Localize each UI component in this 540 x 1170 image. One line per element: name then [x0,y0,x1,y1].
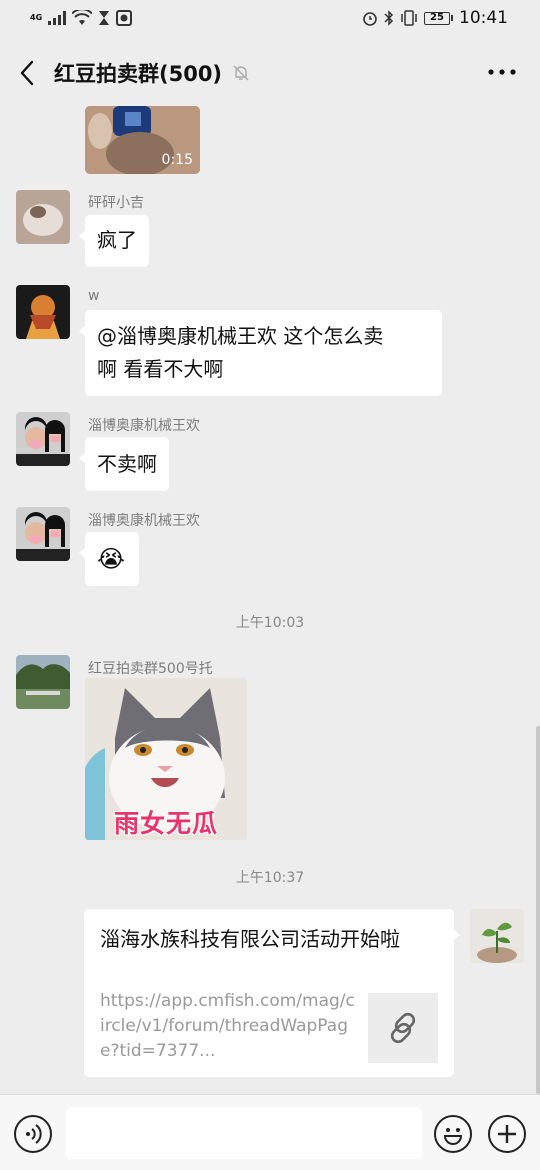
link-chain-icon [390,1012,416,1044]
network-type-label: 4G [30,13,43,22]
message-text: 疯了 [97,228,137,252]
battery-level: 25 [424,11,450,25]
sender-name: 淄博奥康机械王欢 [88,418,200,434]
plus-icon [498,1125,516,1143]
message-text-line-1: @淄博奥康机械王欢 这个怎么卖 [97,324,384,348]
sender-name: 砰砰小吉 [88,195,144,211]
status-right-icons: 25 10:41 [362,8,508,28]
wifi-icon [72,10,92,25]
sender-name: w [88,288,100,304]
mute-bell-icon [233,65,249,81]
input-bar [0,1094,540,1170]
sticker-caption: 雨女无瓜 [113,809,218,838]
timestamp: 上午10:03 [235,615,305,631]
video-duration: 0:15 [161,152,193,168]
more-dots-icon [488,69,516,75]
hourglass-icon [99,11,109,25]
message-text-line-2: 啊 看看不大啊 [97,357,224,381]
link-url: https://app.cmfish.com/mag/circle/v1/for… [100,991,355,1061]
more-functions-button[interactable] [488,1115,526,1153]
video-message[interactable]: 0:15 [85,106,200,174]
scrollbar[interactable] [536,726,540,1094]
chat-header: 红豆拍卖群(500) [0,40,540,106]
emoji-button[interactable] [434,1115,472,1153]
smiley-icon [443,1128,463,1145]
voice-input-button[interactable] [14,1115,52,1153]
bluetooth-icon [384,10,394,26]
message-input[interactable] [66,1107,422,1159]
avatar[interactable] [16,412,70,466]
timestamp: 上午10:37 [235,870,305,886]
vibrate-icon [401,10,417,26]
back-arrow-icon [20,60,34,86]
message-text: 不卖啊 [97,452,157,476]
link-title: 淄海水族科技有限公司活动开始啦 [100,927,400,951]
more-options-button[interactable] [486,62,518,82]
clock-time: 10:41 [459,8,508,28]
link-card[interactable]: 淄海水族科技有限公司活动开始啦 https://app.cmfish.com/m… [84,909,460,1077]
avatar[interactable] [16,655,70,709]
back-button[interactable] [12,56,44,90]
crying-emoji-icon: 😭 [97,545,126,573]
chat-title: 红豆拍卖群(500) [54,62,223,86]
sender-name: 红豆拍卖群500号托 [88,661,213,677]
cat-sticker[interactable]: 雨女无瓜 [85,678,247,840]
screen-record-icon [116,10,132,26]
voice-wave-icon [26,1124,42,1144]
my-avatar[interactable] [470,909,524,963]
status-bar: 4G 25 10:41 [0,0,540,40]
alarm-icon [363,12,377,26]
message-bubble[interactable]: 不卖啊 [79,437,169,491]
signal-icon [48,11,66,25]
sender-name: 淄博奥康机械王欢 [88,513,200,529]
message-list[interactable]: 0:15 砰砰小吉 疯了 w @淄博奥康机械王欢 这个怎么卖 啊 看看不大啊 淄… [0,106,540,1094]
message-bubble[interactable]: 😭 [79,532,139,586]
avatar[interactable] [16,507,70,561]
link-thumbnail [368,993,438,1063]
avatar[interactable] [16,285,70,339]
avatar[interactable] [16,190,70,244]
battery-icon: 25 [424,11,453,25]
message-bubble[interactable]: @淄博奥康机械王欢 这个怎么卖 啊 看看不大啊 [79,310,442,396]
status-left-icons: 4G [30,10,132,26]
message-bubble[interactable]: 疯了 [79,215,149,267]
